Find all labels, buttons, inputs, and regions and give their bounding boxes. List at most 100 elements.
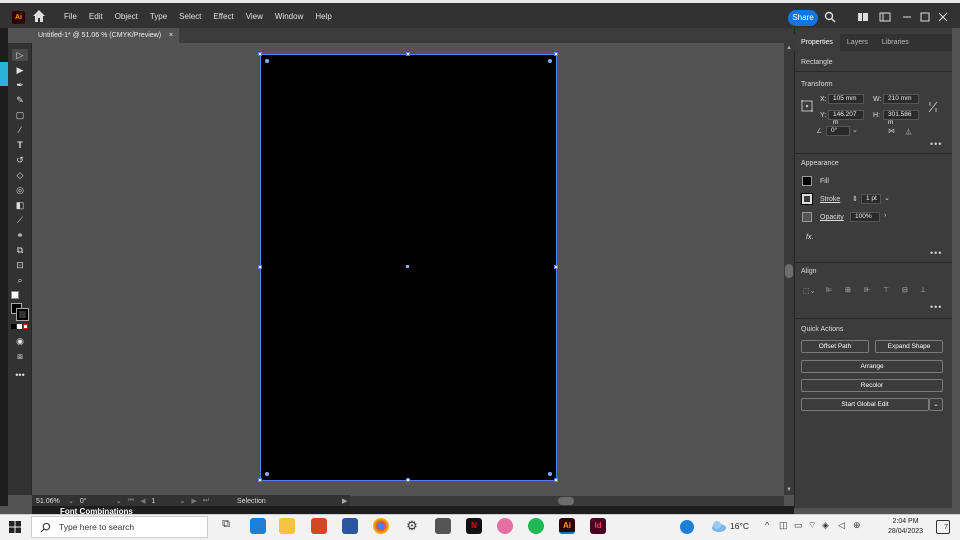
next-artboard-icon[interactable]: ▶ <box>191 497 196 505</box>
color-mode-icon[interactable] <box>11 324 16 329</box>
rotation-value[interactable]: 0° <box>80 498 110 505</box>
powerpoint-icon[interactable] <box>311 518 327 534</box>
start-global-edit-button[interactable]: Start Global Edit <box>801 398 929 411</box>
indesign-taskbar-icon[interactable]: Id <box>590 518 606 534</box>
opacity-label[interactable]: Opacity <box>820 214 844 221</box>
type-tool-icon[interactable]: T <box>12 139 28 151</box>
volume-icon[interactable]: ◁ <box>838 520 845 531</box>
screen-mode-icon[interactable]: ⧈ <box>12 350 28 362</box>
symbol-sprayer-tool-icon[interactable]: ⧉ <box>12 244 28 256</box>
zoom-tool-icon[interactable]: ⌕ <box>12 274 28 286</box>
network-icon[interactable]: ⌔ <box>808 520 816 531</box>
y-field[interactable]: 146.207 m <box>828 110 864 126</box>
align-top-icon[interactable]: ⊤ <box>883 286 889 294</box>
stroke-label[interactable]: Stroke <box>820 196 840 203</box>
vertical-scroll-thumb[interactable] <box>785 264 793 278</box>
rectangle-tool-icon[interactable]: ▢ <box>12 109 28 121</box>
width-field[interactable]: 210 mm <box>883 94 919 104</box>
battery-icon[interactable]: ▭ <box>794 520 803 531</box>
resize-handle-top[interactable] <box>406 52 410 56</box>
resize-handle-top-left[interactable] <box>258 52 262 56</box>
zoom-level[interactable]: 51.06% <box>32 498 62 505</box>
blend-tool-icon[interactable]: ⚭ <box>12 229 28 241</box>
corner-widget-bottom-right[interactable] <box>548 472 552 476</box>
tab-properties[interactable]: Properties <box>794 34 840 51</box>
constrain-proportions-icon[interactable] <box>928 101 938 113</box>
artboard-dropdown-icon[interactable]: ⌄ <box>179 497 185 505</box>
prev-artboard-icon[interactable]: ◀ <box>140 497 145 505</box>
last-artboard-icon[interactable]: ⏭ <box>203 497 209 505</box>
workspace-icon[interactable] <box>879 11 891 23</box>
arrange-button[interactable]: Arrange <box>801 360 943 373</box>
menu-object[interactable]: Object <box>109 8 144 26</box>
spotify-icon[interactable] <box>528 518 544 534</box>
rotate-field[interactable]: 0° <box>826 126 850 136</box>
rotation-dropdown-icon[interactable]: ⌄ <box>116 497 122 505</box>
search-icon[interactable] <box>824 11 836 23</box>
align-right-icon[interactable]: ⊪ <box>864 286 870 294</box>
zoom-dropdown-icon[interactable]: ⌄ <box>68 497 74 505</box>
align-vertical-center-icon[interactable]: ⊟ <box>902 286 908 294</box>
artboard-number[interactable]: 1 <box>151 498 173 505</box>
edit-toolbar-icon[interactable]: ••• <box>12 369 28 381</box>
mail-app-icon[interactable] <box>250 518 266 534</box>
align-more-icon[interactable]: ••• <box>930 302 942 312</box>
x-field[interactable]: 105 mm <box>828 94 864 104</box>
document-tab[interactable]: Untitled-1* @ 51.06 % (CMYK/Preview) × <box>32 28 180 43</box>
camera-app-icon[interactable] <box>435 518 451 534</box>
paintbrush-tool-icon[interactable]: ⁄ <box>12 124 28 136</box>
gradient-tool-icon[interactable]: ◧ <box>12 199 28 211</box>
menu-view[interactable]: View <box>240 8 269 26</box>
fill-color-swatch[interactable] <box>802 176 812 186</box>
align-left-icon[interactable]: ⊫ <box>826 286 832 294</box>
taskbar-search-box[interactable]: Type here to search <box>31 516 208 538</box>
tab-libraries[interactable]: Libraries <box>875 34 916 51</box>
recolor-button[interactable]: Recolor <box>801 379 943 392</box>
settings-icon[interactable]: ⚙ <box>404 518 420 534</box>
eraser-tool-icon[interactable]: ◇ <box>12 169 28 181</box>
draw-mode-icon[interactable]: ◉ <box>12 335 28 347</box>
resize-handle-right[interactable] <box>554 265 558 269</box>
offset-path-button[interactable]: Offset Path <box>801 340 869 353</box>
expand-shape-button[interactable]: Expand Shape <box>875 340 943 353</box>
appearance-more-icon[interactable]: ••• <box>930 248 942 258</box>
language-icon[interactable]: ⊕ <box>853 520 861 531</box>
chrome-icon[interactable] <box>373 518 389 534</box>
scroll-down-icon[interactable]: ▼ <box>786 487 792 493</box>
global-edit-options-icon[interactable]: ⌄ <box>929 398 943 411</box>
status-menu-icon[interactable]: ▶ <box>342 497 347 505</box>
selection-tool-icon[interactable]: ▷ <box>12 49 28 61</box>
stroke-dropdown-icon[interactable]: ⌄ <box>884 194 890 202</box>
stroke-color-swatch[interactable] <box>801 193 813 205</box>
stroke-weight-field[interactable]: 1 pt <box>861 194 881 204</box>
pen-tool-icon[interactable]: ✒ <box>12 79 28 91</box>
scroll-up-icon[interactable]: ▲ <box>786 45 792 51</box>
align-horizontal-center-icon[interactable]: ⊞ <box>845 286 851 294</box>
eyedropper-tool-icon[interactable]: ⟋ <box>12 214 28 226</box>
netflix-icon[interactable]: N <box>466 518 482 534</box>
transform-more-icon[interactable]: ••• <box>930 139 942 149</box>
corner-widget-top-right[interactable] <box>548 59 552 63</box>
illustrator-taskbar-icon[interactable]: Ai <box>559 518 575 534</box>
resize-handle-bottom-right[interactable] <box>554 478 558 482</box>
resize-handle-bottom[interactable] <box>406 478 410 482</box>
align-bottom-icon[interactable]: ⊥ <box>920 286 926 294</box>
weather-temp[interactable]: 16°C <box>730 521 749 531</box>
menu-help[interactable]: Help <box>309 8 337 26</box>
menu-select[interactable]: Select <box>173 8 207 26</box>
show-hidden-icons-icon[interactable]: ^ <box>765 520 769 530</box>
corner-widget-bottom-left[interactable] <box>265 472 269 476</box>
resize-handle-left[interactable] <box>258 265 262 269</box>
resize-handle-top-right[interactable] <box>554 52 558 56</box>
menu-effect[interactable]: Effect <box>207 8 239 26</box>
arrange-documents-icon[interactable] <box>857 11 869 23</box>
menu-type[interactable]: Type <box>144 8 173 26</box>
home-icon[interactable] <box>32 9 46 23</box>
share-button[interactable]: Share <box>788 10 818 26</box>
opacity-arrow-icon[interactable]: › <box>884 212 886 219</box>
task-view-icon[interactable]: ⧉ <box>218 518 234 534</box>
selected-rectangle[interactable] <box>258 52 558 482</box>
corner-widget-top-left[interactable] <box>265 59 269 63</box>
location-icon[interactable]: ◈ <box>822 520 829 531</box>
rotate-dropdown-icon[interactable]: ⌄ <box>852 126 858 134</box>
